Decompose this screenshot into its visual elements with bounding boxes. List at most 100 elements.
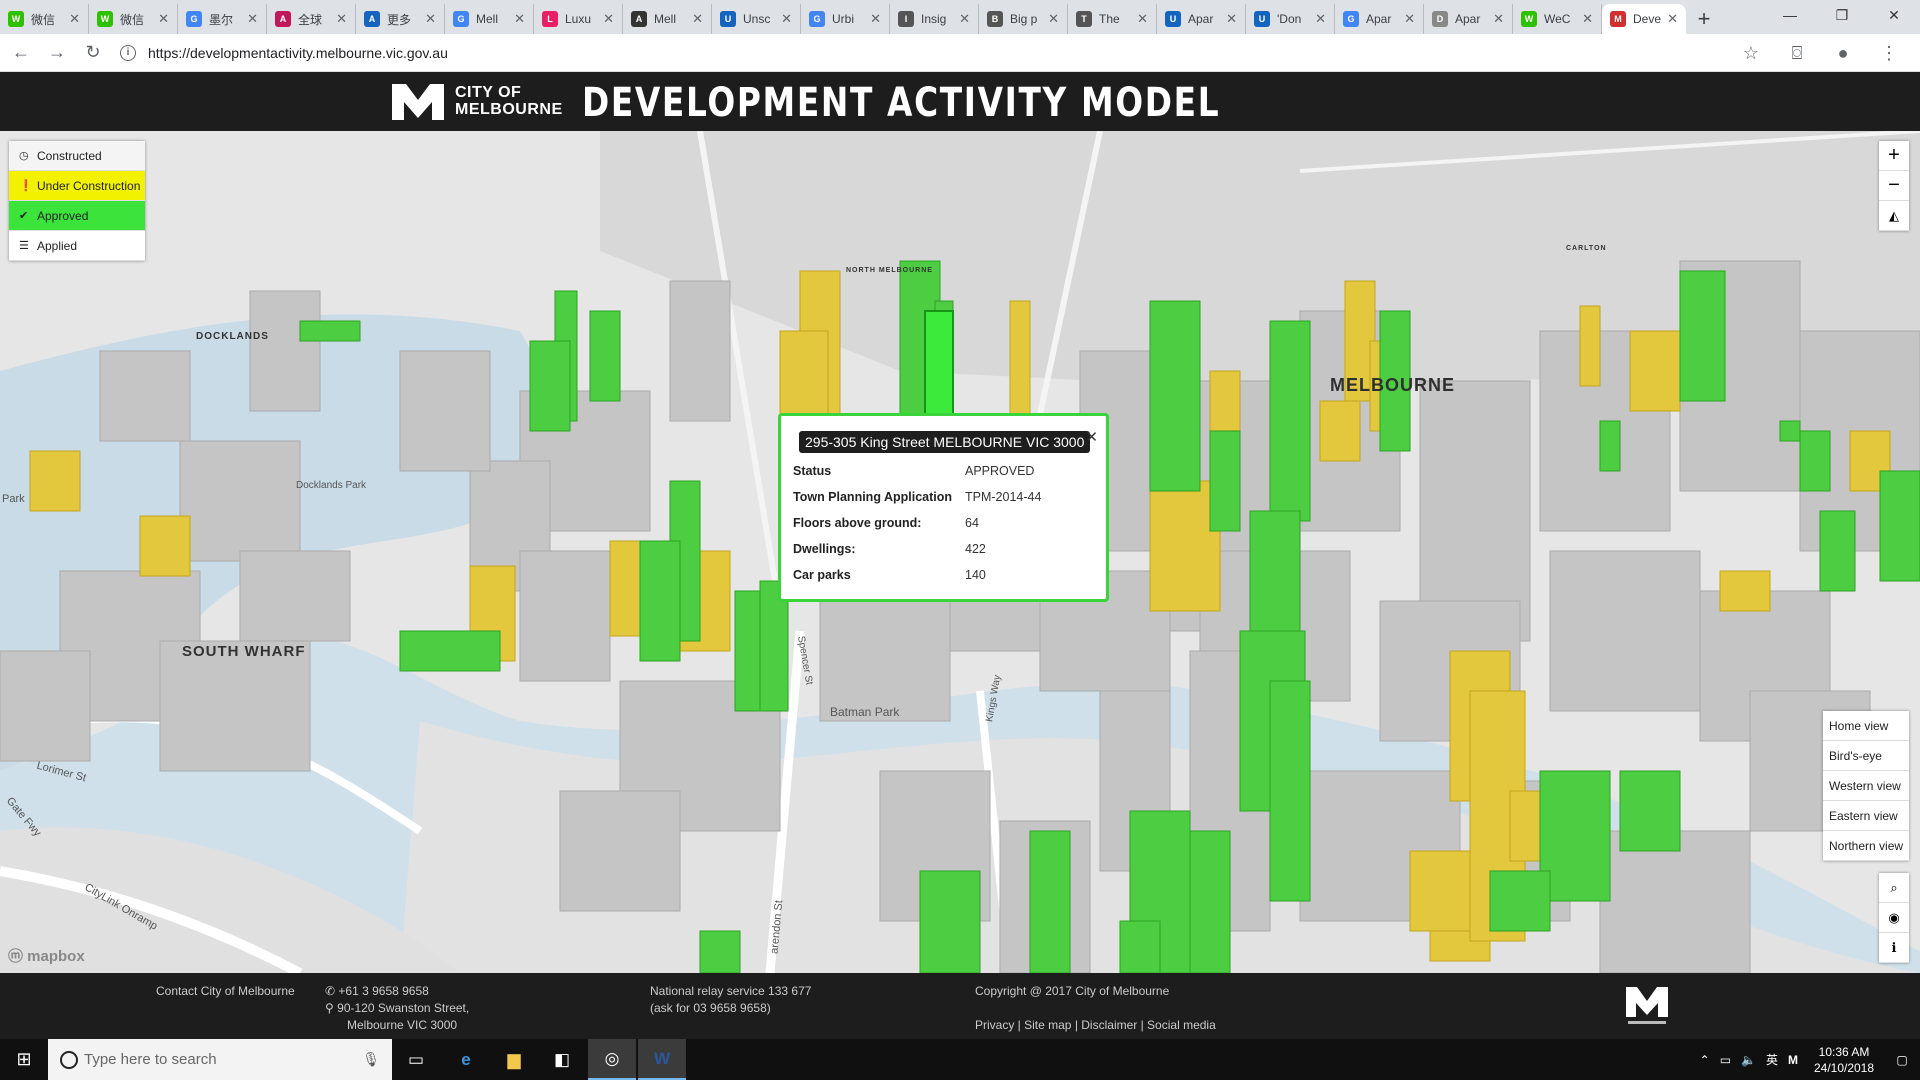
word-icon[interactable]: W	[638, 1039, 686, 1080]
browser-tab[interactable]: T The ✕	[1068, 4, 1157, 34]
legend-approved[interactable]: ✔ Approved	[9, 201, 145, 231]
notifications-icon[interactable]: ▢	[1884, 1053, 1920, 1067]
site-info-icon[interactable]: i	[120, 44, 136, 61]
northern-view-button[interactable]: Northern view	[1823, 831, 1909, 861]
menu-dots-icon[interactable]: ⋮	[1866, 38, 1912, 68]
footer-copyright: Copyright @ 2017 City of Melbourne	[975, 984, 1170, 998]
mapbox-logo[interactable]: ⓜ mapbox	[8, 945, 85, 966]
bookmark-star-icon[interactable]: ☆	[1728, 38, 1774, 68]
browser-tab[interactable]: W 微信 ✕	[0, 4, 89, 34]
browser-tab[interactable]: M Deve ✕	[1602, 4, 1686, 34]
footer-links[interactable]: Privacy | Site map | Disclaimer | Social…	[975, 1017, 1216, 1034]
tab-title: The	[1099, 12, 1120, 26]
check-icon: ✔	[19, 210, 29, 222]
compass-icon[interactable]: ◭	[1879, 201, 1909, 231]
browser-tab[interactable]: I Insig ✕	[890, 4, 979, 34]
zoom-in-icon[interactable]: +	[1879, 141, 1909, 171]
ime-indicator[interactable]: 英	[1766, 1051, 1778, 1068]
tab-close-icon[interactable]: ✕	[158, 11, 169, 27]
browser-tab[interactable]: G Mell ✕	[445, 4, 534, 34]
tray-chevron-icon[interactable]: ⌃	[1700, 1053, 1710, 1067]
tab-favicon-icon: L	[542, 11, 558, 27]
ime-mode-icon[interactable]: M	[1788, 1053, 1798, 1067]
zoom-out-icon[interactable]: −	[1879, 171, 1909, 201]
reload-icon[interactable]: ↻	[78, 38, 108, 68]
popup-close-icon[interactable]: ✕	[1085, 428, 1098, 446]
legend-under-construction[interactable]: ❗ Under Construction	[9, 171, 145, 201]
browser-tab[interactable]: L Luxu ✕	[534, 4, 623, 34]
tab-favicon-icon: D	[1432, 11, 1448, 27]
browser-tab[interactable]: G 墨尔 ✕	[178, 4, 267, 34]
clock[interactable]: 10:36 AM 24/10/2018	[1804, 1044, 1884, 1076]
store-icon[interactable]: ◧	[538, 1039, 586, 1080]
legend-constructed[interactable]: ◷ Constructed	[9, 141, 145, 171]
browser-tab[interactable]: U Unsc ✕	[712, 4, 801, 34]
tab-close-icon[interactable]: ✕	[1667, 11, 1678, 27]
map-tools: ⌕ ◉ ℹ	[1879, 873, 1909, 963]
browser-tab[interactable]: A Mell ✕	[623, 4, 712, 34]
browser-tab[interactable]: W 微信 ✕	[89, 4, 178, 34]
browser-tab[interactable]: B Big p ✕	[979, 4, 1068, 34]
tab-close-icon[interactable]: ✕	[1226, 11, 1237, 27]
tab-close-icon[interactable]: ✕	[603, 11, 614, 27]
back-icon[interactable]: ←	[6, 38, 36, 68]
camera-icon[interactable]: ⌼	[1774, 38, 1820, 68]
tab-close-icon[interactable]: ✕	[336, 11, 347, 27]
microphone-icon[interactable]: 🎙	[362, 1051, 380, 1068]
url-field[interactable]: i https://developmentactivity.melbourne.…	[120, 39, 1760, 67]
browser-tab[interactable]: U 'Don ✕	[1246, 4, 1335, 34]
legend-applied[interactable]: ☰ Applied	[9, 231, 145, 261]
new-tab-button[interactable]: +	[1686, 4, 1722, 34]
info-icon[interactable]: ℹ	[1879, 933, 1909, 963]
minimize-icon[interactable]: —	[1764, 0, 1816, 30]
task-view-icon[interactable]: ▭	[392, 1039, 440, 1080]
tab-close-icon[interactable]: ✕	[692, 11, 703, 27]
search-icon[interactable]: ⌕	[1879, 873, 1909, 903]
birds-eye-button[interactable]: Bird's-eye	[1823, 741, 1909, 771]
browser-tab[interactable]: G Urbi ✕	[801, 4, 890, 34]
forward-icon[interactable]: →	[42, 38, 72, 68]
city-of-melbourne-logo[interactable]	[390, 80, 446, 122]
home-view-button[interactable]: Home view	[1823, 711, 1909, 741]
address-bar: ← → ↻ i https://developmentactivity.melb…	[0, 34, 1920, 72]
network-icon[interactable]: ▭	[1720, 1053, 1731, 1067]
close-window-icon[interactable]: ✕	[1868, 0, 1920, 30]
browser-tab[interactable]: D Apar ✕	[1424, 4, 1513, 34]
zoom-controls: + − ◭	[1879, 141, 1909, 231]
tab-close-icon[interactable]: ✕	[1315, 11, 1326, 27]
tab-close-icon[interactable]: ✕	[1493, 11, 1504, 27]
account-icon[interactable]: ●	[1820, 38, 1866, 68]
tab-close-icon[interactable]: ✕	[1137, 11, 1148, 27]
browser-tab[interactable]: A 全球 ✕	[267, 4, 356, 34]
restore-icon[interactable]: ❐	[1816, 0, 1868, 30]
browser-tab[interactable]: A 更多 ✕	[356, 4, 445, 34]
browser-tab[interactable]: U Apar ✕	[1157, 4, 1246, 34]
tab-close-icon[interactable]: ✕	[1404, 11, 1415, 27]
tab-close-icon[interactable]: ✕	[959, 11, 970, 27]
file-explorer-icon[interactable]: ▆	[490, 1039, 538, 1080]
tab-close-icon[interactable]: ✕	[1048, 11, 1059, 27]
western-view-button[interactable]: Western view	[1823, 771, 1909, 801]
window-controls: — ❐ ✕	[1764, 0, 1920, 30]
browser-tab[interactable]: W WeC ✕	[1513, 4, 1602, 34]
edge-icon[interactable]: e	[442, 1039, 490, 1080]
tab-close-icon[interactable]: ✕	[69, 11, 80, 27]
tab-close-icon[interactable]: ✕	[781, 11, 792, 27]
browser-tab[interactable]: G Apar ✕	[1335, 4, 1424, 34]
eastern-view-button[interactable]: Eastern view	[1823, 801, 1909, 831]
footer-contact[interactable]: Contact City of Melbourne	[156, 983, 295, 1000]
tab-favicon-icon: G	[809, 11, 825, 27]
windows-start-icon[interactable]: ⊞	[0, 1039, 48, 1080]
tab-close-icon[interactable]: ✕	[1582, 11, 1593, 27]
legend-label: Applied	[37, 238, 78, 253]
chrome-icon[interactable]: ◎	[588, 1039, 636, 1080]
eye-icon[interactable]: ◉	[1879, 903, 1909, 933]
taskbar-search[interactable]: Type here to search 🎙	[48, 1039, 392, 1080]
footer-phone: +61 3 9658 9658	[338, 984, 429, 998]
tab-close-icon[interactable]: ✕	[247, 11, 258, 27]
volume-icon[interactable]: 🔈	[1741, 1053, 1756, 1067]
tab-close-icon[interactable]: ✕	[870, 11, 881, 27]
tab-close-icon[interactable]: ✕	[425, 11, 436, 27]
tab-close-icon[interactable]: ✕	[514, 11, 525, 27]
map-label-carlton: CARLTON	[1566, 245, 1607, 252]
